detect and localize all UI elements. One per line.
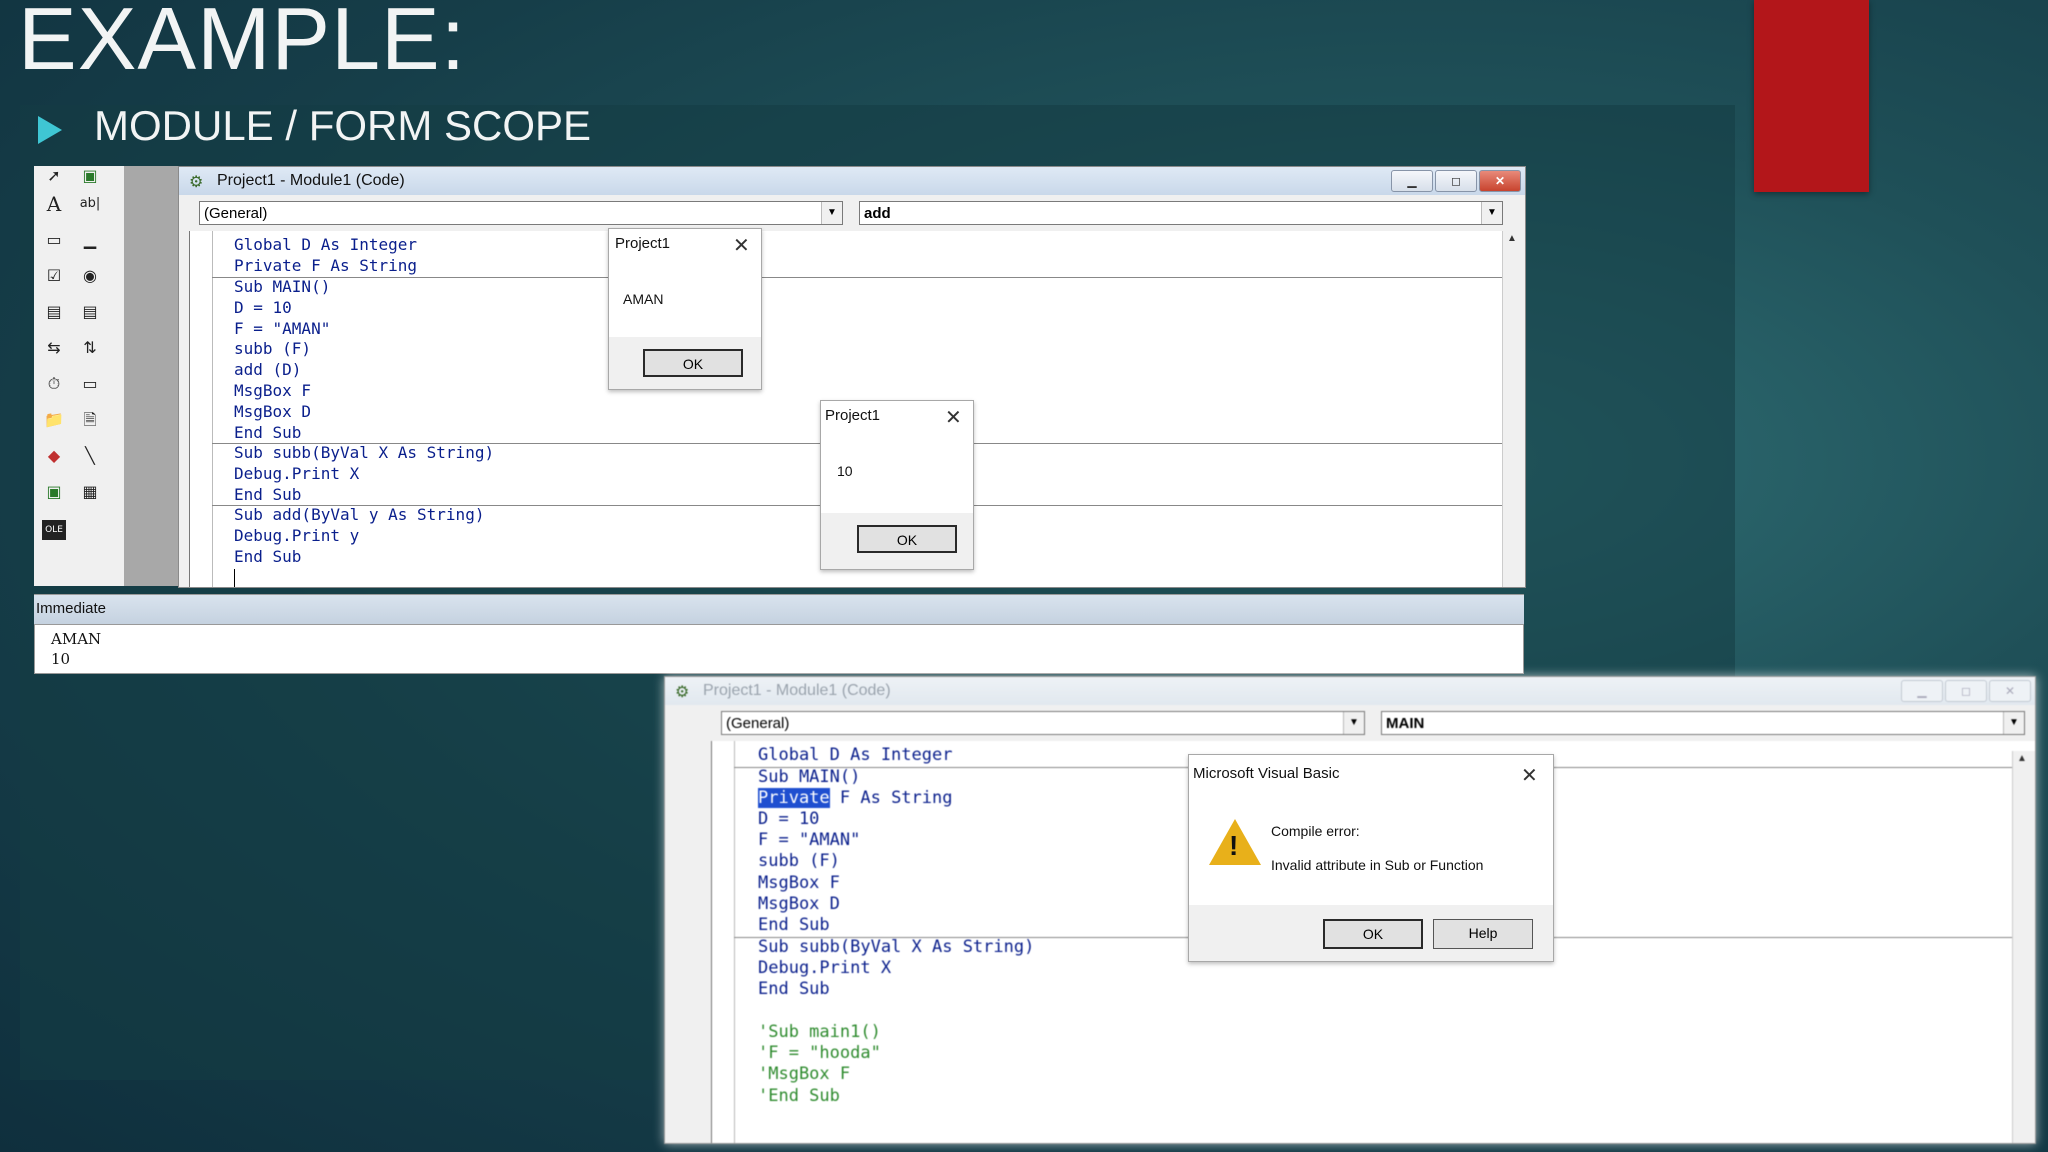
data-tool-icon[interactable]: ▦ bbox=[78, 482, 102, 502]
code-window-titlebar[interactable]: ⚙ Project1 - Module1 (Code) ▁ ◻ ✕ bbox=[665, 677, 2035, 705]
listbox-tool-icon[interactable]: ▤ bbox=[78, 302, 102, 322]
help-button[interactable]: Help bbox=[1433, 919, 1533, 949]
immediate-window[interactable]: AMAN 10 bbox=[34, 624, 1524, 674]
minimize-button[interactable]: ▁ bbox=[1901, 680, 1943, 702]
object-combo[interactable]: (General) ▼ bbox=[721, 711, 1365, 735]
editor-margin bbox=[190, 231, 213, 587]
procedure-separator bbox=[212, 277, 1503, 278]
shape-tool-icon[interactable]: ◆ bbox=[42, 446, 66, 466]
msgbox-title: Project1 bbox=[825, 407, 881, 424]
procedure-combo[interactable]: MAIN ▼ bbox=[1381, 711, 2025, 735]
object-combo-value: (General) bbox=[204, 205, 268, 222]
msgbox-aman: Project1 ✕ AMAN OK bbox=[608, 228, 762, 390]
ok-button[interactable]: OK bbox=[1323, 919, 1423, 949]
code-window-title: Project1 - Module1 (Code) bbox=[703, 682, 891, 699]
command-button-tool-icon[interactable]: ▁ bbox=[78, 230, 102, 250]
object-combo-value: (General) bbox=[726, 715, 790, 732]
slide-subtitle: MODULE / FORM SCOPE bbox=[94, 102, 592, 149]
dialog-title: Microsoft Visual Basic bbox=[1193, 765, 1340, 782]
combobox-tool-icon[interactable]: ▤ bbox=[42, 302, 66, 322]
procedure-combo[interactable]: add ▼ bbox=[859, 201, 1503, 225]
code-sub-main-body: D = 10 F = "AMAN" subb (F) MsgBox F MsgB… bbox=[758, 809, 861, 936]
chevron-down-icon[interactable]: ▼ bbox=[821, 202, 842, 224]
msgbox-footer: OK bbox=[609, 337, 761, 389]
immediate-output: AMAN 10 bbox=[51, 630, 102, 668]
timer-tool-icon[interactable]: ⏱ bbox=[42, 374, 66, 394]
code-commented-block: 'Sub main1() 'F = "hooda" 'MsgBox F 'End… bbox=[758, 1022, 881, 1106]
object-combo[interactable]: (General) ▼ bbox=[199, 201, 843, 225]
vertical-scrollbar[interactable]: ▲ bbox=[2012, 751, 2035, 1143]
code-declarations: Global D As Integer Private F As String bbox=[234, 235, 418, 275]
pointer-tool-icon[interactable]: ➚ bbox=[42, 166, 66, 186]
code-window-title: Project1 - Module1 (Code) bbox=[217, 172, 405, 189]
msgbox-title: Project1 bbox=[615, 235, 671, 252]
drivelistbox-tool-icon[interactable]: ▭ bbox=[78, 374, 102, 394]
msgbox-footer: OK bbox=[821, 513, 973, 569]
code-window-titlebar[interactable]: ⚙ Project1 - Module1 (Code) ▁ ◻ ✕ bbox=[179, 167, 1525, 195]
procedure-combo-value: add bbox=[864, 205, 891, 222]
code-sub-subb: Sub subb(ByVal X As String) Debug.Print … bbox=[234, 443, 495, 504]
vscrollbar-tool-icon[interactable]: ⇅ bbox=[78, 338, 102, 358]
msgbox-message: 10 bbox=[837, 463, 853, 479]
text-cursor bbox=[234, 569, 235, 587]
close-icon[interactable]: ✕ bbox=[733, 233, 750, 257]
procedure-combo-value: MAIN bbox=[1386, 715, 1425, 732]
checkbox-tool-icon[interactable]: ☑ bbox=[42, 266, 66, 286]
restore-button[interactable]: ◻ bbox=[1945, 680, 1987, 702]
line-tool-icon[interactable]: ╲ bbox=[78, 446, 102, 466]
chevron-down-icon[interactable]: ▼ bbox=[2003, 712, 2024, 734]
vb-project-icon: ⚙ bbox=[675, 684, 690, 701]
close-button[interactable]: ✕ bbox=[1479, 170, 1521, 192]
error-heading: Compile error: bbox=[1271, 823, 1360, 839]
label-tool-icon[interactable]: A bbox=[42, 194, 66, 214]
hscrollbar-tool-icon[interactable]: ⇆ bbox=[42, 338, 66, 358]
vertical-scrollbar[interactable]: ▲ bbox=[1502, 231, 1525, 587]
msgbox-10: Project1 ✕ 10 OK bbox=[820, 400, 974, 570]
code-private-line: Private F As String bbox=[758, 788, 952, 809]
scroll-up-icon[interactable]: ▲ bbox=[2017, 753, 2027, 764]
close-icon[interactable]: ✕ bbox=[945, 405, 962, 429]
warning-mark: ! bbox=[1229, 830, 1239, 861]
textbox-tool-icon[interactable]: ab| bbox=[78, 194, 102, 214]
chevron-down-icon[interactable]: ▼ bbox=[1343, 712, 1364, 734]
chevron-down-icon[interactable]: ▼ bbox=[1481, 202, 1502, 224]
code-private-rest: F As String bbox=[829, 788, 953, 808]
restore-button[interactable]: ◻ bbox=[1435, 170, 1477, 192]
code-declarations: Global D As Integer bbox=[758, 745, 953, 765]
code-sub-add: Sub add(ByVal y As String) Debug.Print y… bbox=[234, 505, 485, 566]
frame-tool-icon[interactable]: ▭ bbox=[42, 230, 66, 250]
filelistbox-tool-icon[interactable]: 🗎 bbox=[78, 410, 102, 430]
selected-keyword: Private bbox=[758, 788, 830, 808]
picturebox-tool-icon[interactable]: ▣ bbox=[78, 166, 102, 186]
scroll-up-icon[interactable]: ▲ bbox=[1507, 233, 1517, 244]
option-button-tool-icon[interactable]: ◉ bbox=[78, 266, 102, 286]
vb-project-icon: ⚙ bbox=[189, 174, 204, 191]
error-message: Invalid attribute in Sub or Function bbox=[1271, 857, 1484, 873]
editor-margin bbox=[712, 741, 735, 1143]
minimize-button[interactable]: ▁ bbox=[1391, 170, 1433, 192]
code-sub-main-header: Sub MAIN() bbox=[758, 767, 861, 787]
decorative-red-block bbox=[1754, 0, 1869, 192]
code-sub-subb: Sub subb(ByVal X As String) Debug.Print … bbox=[758, 937, 1035, 1000]
dialog-footer: OK Help bbox=[1189, 905, 1553, 961]
close-button[interactable]: ✕ bbox=[1989, 680, 2031, 702]
msgbox-message: AMAN bbox=[623, 291, 664, 307]
dirlistbox-tool-icon[interactable]: 📁 bbox=[42, 410, 66, 430]
image-tool-icon[interactable]: ▣ bbox=[42, 482, 66, 502]
code-sub-main: Sub MAIN() D = 10 F = "AMAN" subb (F) ad… bbox=[234, 277, 331, 442]
ole-tool-icon[interactable]: OLE bbox=[42, 520, 66, 540]
compile-error-dialog: Microsoft Visual Basic ✕ ! Compile error… bbox=[1188, 754, 1554, 962]
ok-button[interactable]: OK bbox=[643, 349, 743, 377]
ok-button[interactable]: OK bbox=[857, 525, 957, 553]
slide-title: EXAMPLE: bbox=[18, 0, 467, 88]
form-designer-area bbox=[124, 166, 178, 586]
immediate-window-title[interactable]: Immediate bbox=[34, 594, 1524, 624]
toolbox: ➚ ▣ A ab| ▭ ▁ ☑ ◉ ▤ ▤ ⇆ ⇅ ⏱ ▭ 📁 🗎 ◆ ╲ ▣ … bbox=[34, 166, 125, 586]
bullet-arrow-icon bbox=[38, 116, 62, 144]
close-icon[interactable]: ✕ bbox=[1521, 763, 1538, 787]
